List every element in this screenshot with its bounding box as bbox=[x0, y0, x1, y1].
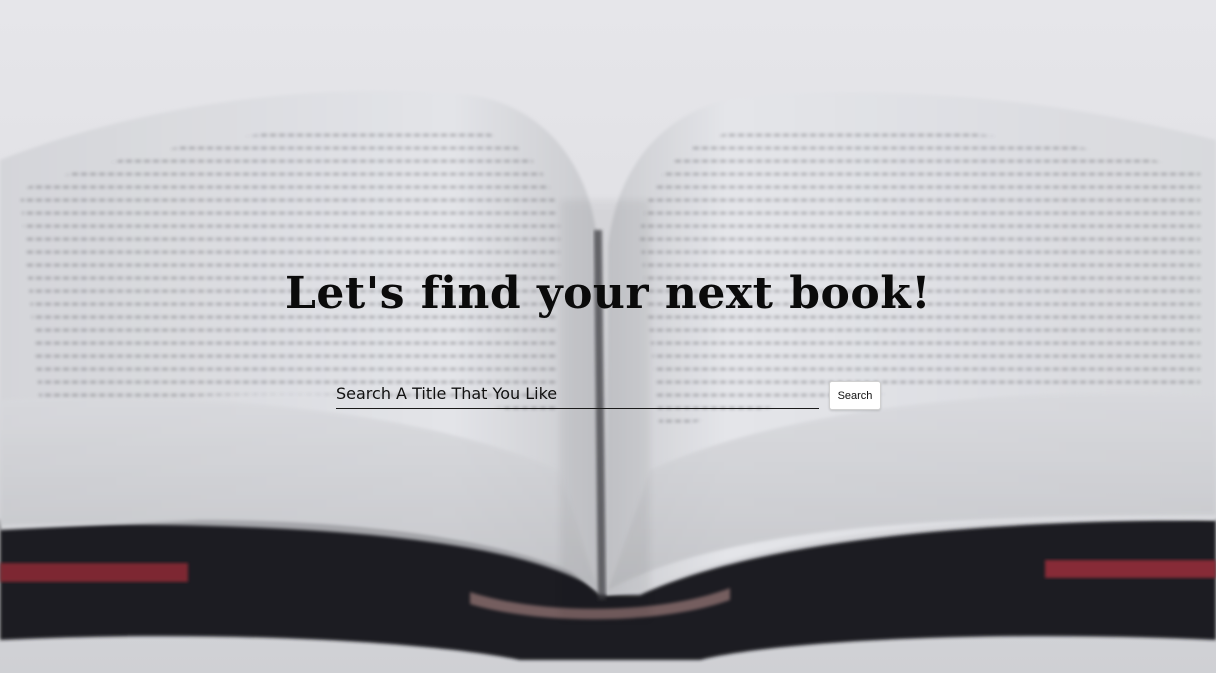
hero-section: Let's find your next book! Search bbox=[0, 0, 1216, 673]
search-input[interactable] bbox=[336, 381, 819, 409]
search-button[interactable]: Search bbox=[829, 381, 881, 410]
search-form: Search bbox=[336, 381, 881, 413]
page-title: Let's find your next book! bbox=[284, 268, 932, 319]
